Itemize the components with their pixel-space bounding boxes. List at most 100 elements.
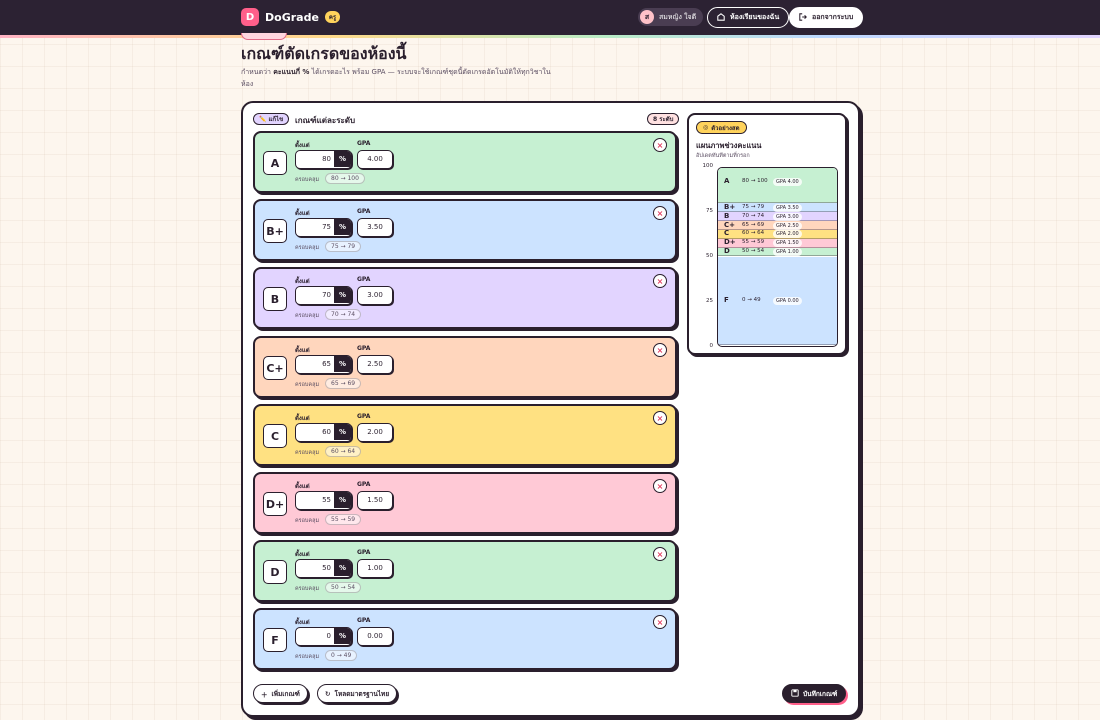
desc-text-bold: คะแนนกี่ % <box>273 68 310 76</box>
remove-grade-button[interactable]: × <box>653 615 667 629</box>
min-score-input[interactable]: 50% <box>295 559 352 578</box>
close-icon: × <box>656 549 664 559</box>
section-tag <box>241 33 287 40</box>
range-chip: 50 → 54 <box>325 582 362 593</box>
logo-mark: D <box>241 8 259 26</box>
bar-gpa: GPA 1.50 <box>773 239 802 248</box>
remove-grade-button[interactable]: × <box>653 343 667 357</box>
bar-grade: D <box>724 247 730 256</box>
load-standard-label: โหลดมาตรฐานไทย <box>334 689 390 698</box>
grade-card: B ตั้งแต่ GPA 70% 3.00 ครอบคลุม 70 → 74 × <box>253 267 677 329</box>
min-score-input[interactable]: 80% <box>295 150 352 169</box>
gpa-label: GPA <box>357 413 371 420</box>
gpa-input[interactable]: 1.00 <box>357 559 393 578</box>
grade-letter: B+ <box>263 219 287 243</box>
preview-subtitle: อัปเดตทันทีตามที่กรอก <box>696 153 750 159</box>
gpa-label: GPA <box>357 140 371 147</box>
axis-tick-label: 100 <box>702 163 714 169</box>
gpa-label: GPA <box>357 208 371 215</box>
user-name: สมหญิง ใจดี <box>659 12 697 21</box>
bar-gpa: GPA 3.00 <box>773 212 802 221</box>
remove-grade-button[interactable]: × <box>653 206 667 220</box>
bar-range: 60 → 64 <box>742 230 765 237</box>
range-label: ครอบคลุม <box>295 654 320 660</box>
remove-grade-button[interactable]: × <box>653 138 667 152</box>
grade-letter: D+ <box>263 492 287 516</box>
remove-grade-button[interactable]: × <box>653 274 667 288</box>
save-criteria-button[interactable]: บันทึกเกณฑ์ <box>782 684 847 703</box>
min-score-value: 60 <box>322 428 331 436</box>
load-thai-standard-button[interactable]: ↻ โหลดมาตรฐานไทย <box>317 684 398 703</box>
range-chip: 65 → 69 <box>325 378 362 389</box>
range-label: ครอบคลุม <box>295 313 320 319</box>
grade-letter: D <box>263 560 287 584</box>
min-score-input[interactable]: 55% <box>295 491 352 510</box>
grade-range-bar: A 80 → 100 GPA 4.00 <box>718 168 837 204</box>
grade-card: C+ ตั้งแต่ GPA 65% 2.50 ครอบคลุม 65 → 69 × <box>253 336 677 398</box>
grade-card: C ตั้งแต่ GPA 60% 2.00 ครอบคลุม 60 → 64 × <box>253 404 677 466</box>
logout-icon <box>799 12 807 23</box>
page-title: เกณฑ์ตัดเกรดของห้องนี้ <box>241 44 407 63</box>
gpa-input[interactable]: 1.50 <box>357 491 393 510</box>
percent-suffix: % <box>334 287 351 303</box>
classroom-icon <box>717 12 725 23</box>
percent-suffix: % <box>334 151 351 167</box>
min-score-input[interactable]: 65% <box>295 355 352 374</box>
grade-card: B+ ตั้งแต่ GPA 75% 3.50 ครอบคลุม 75 → 79 × <box>253 199 677 261</box>
my-classroom-button[interactable]: ห้องเรียนของฉัน <box>707 7 790 28</box>
preview-title: แผนภาพช่วงคะแนน <box>696 141 762 150</box>
percent-suffix: % <box>334 492 351 508</box>
close-icon: × <box>656 481 664 491</box>
gpa-input[interactable]: 4.00 <box>357 150 393 169</box>
bar-gpa: GPA 4.00 <box>773 178 802 186</box>
min-score-input[interactable]: 0% <box>295 627 352 646</box>
grade-letter: C+ <box>263 356 287 380</box>
range-chip: 80 → 100 <box>325 173 365 184</box>
grade-card: F ตั้งแต่ GPA 0% 0.00 ครอบคลุม 0 → 49 × <box>253 608 677 670</box>
min-score-input[interactable]: 75% <box>295 218 352 237</box>
bar-grade: D+ <box>724 238 736 247</box>
gpa-input[interactable]: 2.00 <box>357 423 393 442</box>
range-label: ครอบคลุม <box>295 518 320 524</box>
gpa-label: GPA <box>357 617 371 624</box>
bar-range: 65 → 69 <box>742 221 765 228</box>
grade-card: D ตั้งแต่ GPA 50% 1.00 ครอบคลุม 50 → 54 × <box>253 540 677 602</box>
min-score-input[interactable]: 60% <box>295 423 352 442</box>
score-range-bars: A 80 → 100 GPA 4.00 B+ 75 → 79 GPA 3.50 B 70 → … <box>717 167 838 347</box>
axis-tick-label: 0 <box>709 343 714 349</box>
logout-button[interactable]: ออกจากระบบ <box>789 7 864 28</box>
level-count-badge: 8 ระดับ <box>647 113 680 125</box>
close-icon: × <box>656 140 664 150</box>
range-label: ครอบคลุม <box>295 245 320 251</box>
app-name: DoGrade <box>265 10 319 24</box>
min-score-value: 70 <box>322 291 331 299</box>
min-score-input[interactable]: 70% <box>295 286 352 305</box>
percent-suffix: % <box>334 356 351 372</box>
from-label: ตั้งแต่ <box>295 483 310 490</box>
gpa-input[interactable]: 3.00 <box>357 286 393 305</box>
bar-range: 75 → 79 <box>742 203 765 210</box>
grade-letter: F <box>263 628 287 652</box>
range-chip: 70 → 74 <box>325 309 362 320</box>
gpa-input[interactable]: 3.50 <box>357 218 393 237</box>
from-label: ตั้งแต่ <box>295 142 310 149</box>
gpa-input[interactable]: 0.00 <box>357 627 393 646</box>
remove-grade-button[interactable]: × <box>653 547 667 561</box>
app-logo[interactable]: D DoGrade ครู <box>241 8 341 26</box>
min-score-value: 65 <box>322 360 331 368</box>
axis-tick-label: 25 <box>706 298 713 304</box>
add-criteria-button[interactable]: ＋ เพิ่มเกณฑ์ <box>253 684 308 703</box>
bar-grade: C <box>724 229 730 238</box>
gpa-input[interactable]: 2.50 <box>357 355 393 374</box>
remove-grade-button[interactable]: × <box>653 479 667 493</box>
avatar: ส <box>640 10 654 24</box>
bar-grade: C+ <box>724 220 736 229</box>
grade-letter: B <box>263 287 287 311</box>
from-label: ตั้งแต่ <box>295 415 310 422</box>
range-label: ครอบคลุม <box>295 450 320 456</box>
from-label: ตั้งแต่ <box>295 347 310 354</box>
remove-grade-button[interactable]: × <box>653 411 667 425</box>
bar-gpa: GPA 2.50 <box>773 221 802 230</box>
user-chip[interactable]: ส สมหญิง ใจดี <box>638 8 704 26</box>
grade-letter: C <box>263 424 287 448</box>
